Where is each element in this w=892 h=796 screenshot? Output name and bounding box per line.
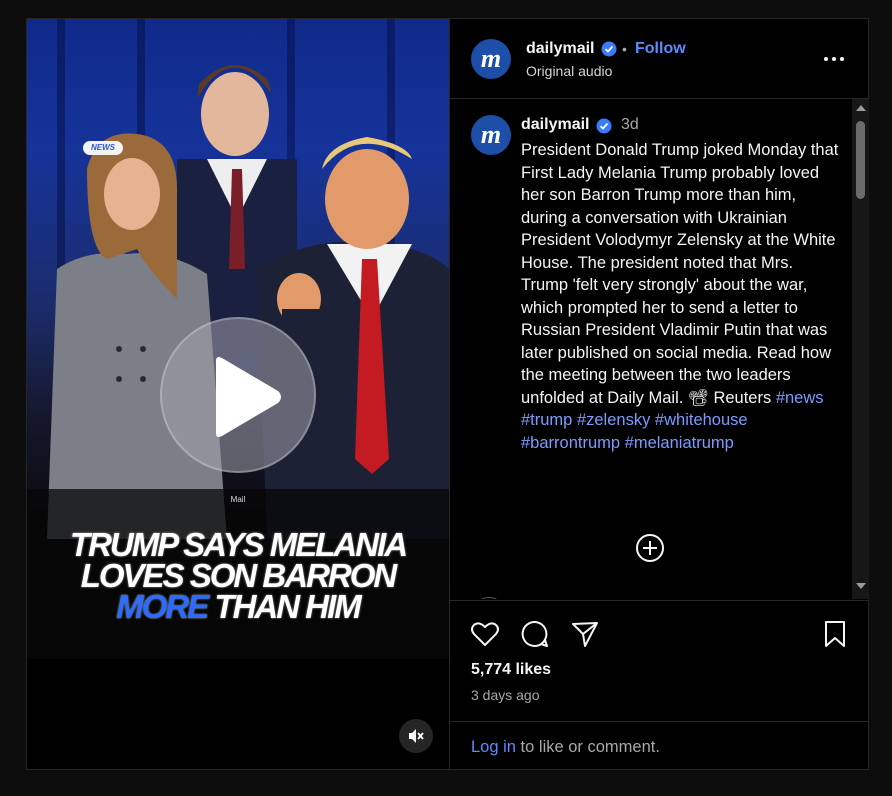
login-rest: to like or comment. bbox=[515, 738, 660, 756]
post-header: m dailymail • Follow Original audio bbox=[450, 19, 869, 99]
post-dialog: NEWS Mail TRUMP SAYS MELANIA LOVES SON B… bbox=[26, 18, 869, 770]
comments-scrollbar[interactable] bbox=[852, 99, 869, 599]
news-badge: NEWS bbox=[83, 141, 123, 155]
comment-avatar[interactable] bbox=[472, 597, 506, 599]
hashtag-news[interactable]: #news bbox=[776, 389, 824, 407]
post-age[interactable]: 3d bbox=[621, 116, 639, 134]
caption-line-3: MORE THAN HIM bbox=[27, 588, 449, 625]
hashtag-trump[interactable]: #trump bbox=[521, 411, 572, 429]
heart-icon[interactable] bbox=[470, 619, 500, 649]
caption-line-2: LOVES SON BARRON bbox=[80, 557, 398, 594]
scroll-up-arrow[interactable] bbox=[856, 105, 866, 111]
more-options-icon[interactable] bbox=[822, 51, 846, 67]
actions-section: 5,774 likes 3 days ago Log in to like or… bbox=[450, 600, 869, 770]
scroll-down-arrow[interactable] bbox=[856, 583, 866, 589]
caption-avatar[interactable]: m bbox=[471, 115, 511, 155]
login-link[interactable]: Log in bbox=[471, 738, 516, 756]
follow-button[interactable]: Follow bbox=[635, 40, 686, 58]
verified-icon bbox=[596, 118, 612, 134]
caption-line-1: TRUMP SAYS MELANIA bbox=[69, 526, 408, 563]
likes-count[interactable]: 5,774 likes bbox=[471, 661, 551, 679]
header-username[interactable]: dailymail bbox=[526, 40, 594, 58]
details-panel: m dailymail • Follow Original audio m da… bbox=[449, 19, 869, 769]
post-date[interactable]: 3 days ago bbox=[471, 687, 540, 703]
profile-avatar[interactable]: m bbox=[471, 39, 511, 79]
verified-icon bbox=[601, 41, 617, 57]
login-text: Log in to like or comment. bbox=[471, 738, 660, 757]
media-pane[interactable]: NEWS Mail TRUMP SAYS MELANIA LOVES SON B… bbox=[27, 19, 449, 769]
caption-username[interactable]: dailymail bbox=[521, 116, 589, 134]
scroll-thumb[interactable] bbox=[856, 121, 865, 199]
comments-area[interactable]: m dailymail 3d President Donald Trump jo… bbox=[450, 99, 852, 599]
add-comment-icon[interactable] bbox=[635, 533, 665, 563]
channel-watermark: Mail bbox=[230, 495, 246, 504]
bookmark-icon[interactable] bbox=[820, 619, 850, 649]
play-button[interactable] bbox=[160, 317, 316, 473]
separator-dot: • bbox=[622, 41, 627, 57]
caption-body: President Donald Trump joked Monday that… bbox=[521, 141, 839, 407]
share-icon[interactable] bbox=[570, 619, 600, 649]
hashtag-whitehouse[interactable]: #whitehouse bbox=[655, 411, 748, 429]
hashtag-zelensky[interactable]: #zelensky bbox=[577, 411, 650, 429]
comment-icon[interactable] bbox=[520, 619, 550, 649]
mute-icon bbox=[409, 729, 424, 743]
post-caption: President Donald Trump joked Monday that… bbox=[521, 139, 839, 454]
login-prompt: Log in to like or comment. bbox=[450, 721, 869, 771]
mute-button[interactable] bbox=[399, 719, 433, 753]
audio-label[interactable]: Original audio bbox=[526, 63, 612, 79]
video-caption: TRUMP SAYS MELANIA LOVES SON BARRON MORE… bbox=[27, 526, 449, 625]
caption-line-3-rest: THAN HIM bbox=[214, 588, 361, 625]
play-icon bbox=[216, 357, 281, 437]
video-frame[interactable]: NEWS Mail TRUMP SAYS MELANIA LOVES SON B… bbox=[27, 19, 449, 659]
hashtag-barrontrump[interactable]: #barrontrump bbox=[521, 434, 620, 452]
hashtag-melaniatrump[interactable]: #melaniatrump bbox=[625, 434, 734, 452]
caption-highlight: MORE bbox=[116, 588, 209, 625]
